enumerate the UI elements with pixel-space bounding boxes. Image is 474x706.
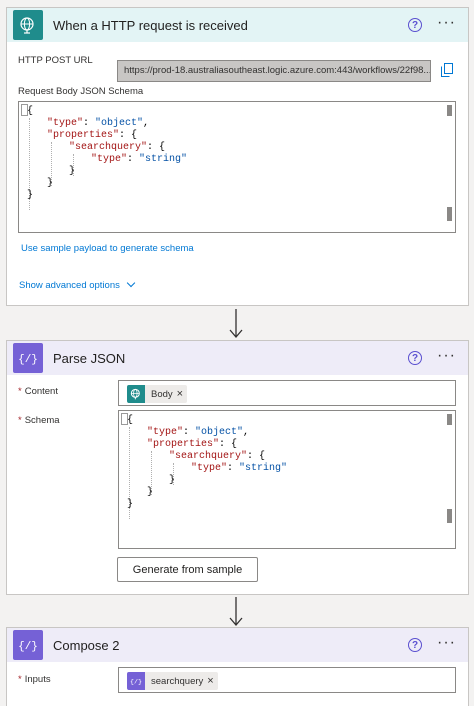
code-line: "properties": {	[147, 439, 238, 450]
more-ellipsis-icon[interactable]: ···	[437, 15, 456, 31]
scrollbar-thumb[interactable]	[447, 414, 452, 425]
sample-payload-link[interactable]: Use sample payload to generate schema	[21, 243, 194, 254]
content-label: * Content	[18, 386, 58, 397]
http-post-url-field[interactable]: https://prod-18.australiasoutheast.logic…	[117, 60, 431, 82]
compose-card: {/} Compose 2 ? ··· * Inputs {/} searchqu…	[6, 627, 469, 706]
code-line: "properties": {	[47, 130, 138, 141]
body-token[interactable]: Body ×	[127, 385, 188, 403]
code-line: "type": "object",	[47, 118, 150, 129]
code-line: }	[127, 499, 134, 510]
request-body-schema-editor[interactable]: { "type": "object", "properties": { "sea…	[18, 101, 456, 233]
braces-icon: {/}	[13, 343, 43, 373]
globe-request-icon	[127, 385, 145, 403]
code-line: }	[47, 178, 54, 189]
chevron-down-icon	[126, 278, 136, 288]
parse-json-title: Parse JSON	[53, 350, 126, 366]
scrollbar-thumb[interactable]	[447, 105, 452, 116]
braces-icon: {/}	[127, 672, 145, 690]
http-trigger-title: When a HTTP request is received	[53, 17, 248, 33]
more-ellipsis-icon[interactable]: ···	[437, 635, 456, 651]
code-line: "searchquery": {	[69, 142, 166, 153]
code-line: "type": "string"	[91, 154, 188, 165]
code-line: "searchquery": {	[169, 451, 266, 462]
more-ellipsis-icon[interactable]: ···	[437, 348, 456, 364]
content-input[interactable]: Body ×	[118, 380, 456, 406]
help-circle-icon[interactable]: ?	[408, 638, 422, 652]
schema-editor[interactable]: { "type": "object", "properties": { "sea…	[118, 410, 456, 549]
schema-label: * Schema	[18, 415, 60, 426]
http-trigger-header[interactable]: When a HTTP request is received ? ···	[7, 8, 468, 42]
svg-text:{/}: {/}	[19, 641, 37, 653]
generate-from-sample-button[interactable]: Generate from sample	[117, 557, 258, 582]
compose-header[interactable]: {/} Compose 2 ? ···	[7, 628, 468, 662]
help-circle-icon[interactable]: ?	[408, 18, 422, 32]
code-line: }	[147, 487, 154, 498]
http-trigger-card: When a HTTP request is received ? ··· HT…	[6, 7, 469, 306]
inputs-field[interactable]: {/} searchquery ×	[118, 667, 456, 693]
help-circle-icon[interactable]: ?	[408, 351, 422, 365]
svg-text:{/}: {/}	[19, 354, 37, 366]
globe-request-icon	[13, 10, 43, 40]
braces-icon: {/}	[13, 630, 43, 660]
show-advanced-options-link[interactable]: Show advanced options	[19, 278, 136, 291]
code-line: {	[27, 106, 34, 117]
copy-icon[interactable]	[441, 63, 453, 77]
code-line: {	[127, 415, 134, 426]
inputs-label: * Inputs	[18, 674, 51, 685]
flow-arrow-icon	[229, 597, 243, 626]
close-icon[interactable]: ×	[177, 388, 187, 400]
code-line: }	[69, 166, 76, 177]
searchquery-token[interactable]: {/} searchquery ×	[127, 672, 218, 690]
parse-json-header[interactable]: {/} Parse JSON ? ···	[7, 341, 468, 375]
code-line: "type": "object",	[147, 427, 250, 438]
compose-title: Compose 2	[53, 637, 120, 653]
request-body-schema-label: Request Body JSON Schema	[18, 86, 144, 97]
scrollbar-thumb[interactable]	[447, 509, 452, 523]
code-line: }	[169, 475, 176, 486]
close-icon[interactable]: ×	[207, 675, 217, 687]
scrollbar-thumb[interactable]	[447, 207, 452, 221]
searchquery-token-label: searchquery	[151, 675, 204, 687]
http-post-url-label: HTTP POST URL	[18, 55, 93, 66]
flow-arrow-icon	[229, 309, 243, 338]
body-token-label: Body	[151, 388, 173, 400]
code-line: "type": "string"	[191, 463, 288, 474]
code-line: }	[27, 190, 34, 201]
svg-text:{/}: {/}	[130, 678, 142, 686]
